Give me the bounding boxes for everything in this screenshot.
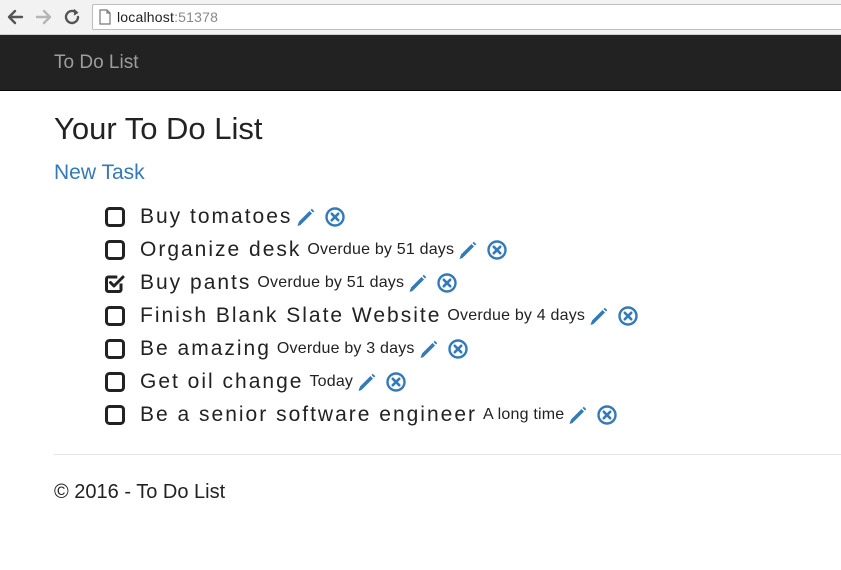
browser-toolbar: localhost:51378 xyxy=(0,0,841,35)
task-item: Buy tomatoes xyxy=(104,200,639,233)
pencil-icon[interactable] xyxy=(418,338,440,360)
reload-icon[interactable] xyxy=(61,6,83,28)
task-list: Buy tomatoes Organize desk Overdue by 51… xyxy=(104,200,639,431)
pencil-icon[interactable] xyxy=(356,371,378,393)
url-host: localhost xyxy=(117,9,175,25)
unchecked-checkbox-icon[interactable] xyxy=(104,338,126,360)
task-name: Get oil change xyxy=(140,369,304,393)
task-due-status: Overdue by 51 days xyxy=(257,273,405,291)
unchecked-checkbox-icon[interactable] xyxy=(104,239,126,261)
remove-circle-icon[interactable] xyxy=(596,404,618,426)
checked-checkbox-icon[interactable] xyxy=(104,272,126,294)
url-port: :51378 xyxy=(174,9,219,25)
task-item: Get oil change Today xyxy=(104,365,639,398)
new-task-link[interactable]: New Task xyxy=(54,161,145,185)
task-item: Be a senior software engineer A long tim… xyxy=(104,398,639,431)
remove-circle-icon[interactable] xyxy=(436,272,458,294)
remove-circle-icon[interactable] xyxy=(324,206,346,228)
task-due-status: Today xyxy=(309,372,354,390)
remove-circle-icon[interactable] xyxy=(617,305,639,327)
url-text[interactable]: localhost:51378 xyxy=(117,9,218,25)
task-name: Organize desk xyxy=(140,237,302,261)
task-name: Buy tomatoes xyxy=(140,204,293,228)
task-name: Finish Blank Slate Website xyxy=(140,303,442,327)
task-item: Buy pants Overdue by 51 days xyxy=(104,266,639,299)
unchecked-checkbox-icon[interactable] xyxy=(104,371,126,393)
footer-text: © 2016 - To Do List xyxy=(54,481,226,503)
forward-arrow-icon[interactable] xyxy=(33,6,55,28)
remove-circle-icon[interactable] xyxy=(486,239,508,261)
pencil-icon[interactable] xyxy=(457,239,479,261)
back-arrow-icon[interactable] xyxy=(4,6,26,28)
page-icon xyxy=(98,9,112,30)
unchecked-checkbox-icon[interactable] xyxy=(104,404,126,426)
remove-circle-icon[interactable] xyxy=(447,338,469,360)
remove-circle-icon[interactable] xyxy=(385,371,407,393)
task-due-status: Overdue by 3 days xyxy=(276,339,415,357)
pencil-icon[interactable] xyxy=(588,305,610,327)
pencil-icon[interactable] xyxy=(407,272,429,294)
pencil-icon[interactable] xyxy=(567,404,589,426)
task-due-status: A long time xyxy=(483,405,565,423)
unchecked-checkbox-icon[interactable] xyxy=(104,206,126,228)
task-item: Organize desk Overdue by 51 days xyxy=(104,233,639,266)
footer-divider xyxy=(54,454,841,455)
task-name: Be a senior software engineer xyxy=(140,402,477,426)
task-due-status: Overdue by 51 days xyxy=(307,240,455,258)
navbar: To Do List xyxy=(0,35,841,91)
pencil-icon[interactable] xyxy=(295,206,317,228)
task-name: Be amazing xyxy=(140,336,271,360)
navbar-brand-link[interactable]: To Do List xyxy=(54,52,138,74)
task-item: Be amazing Overdue by 3 days xyxy=(104,332,639,365)
unchecked-checkbox-icon[interactable] xyxy=(104,305,126,327)
task-name: Buy pants xyxy=(140,270,252,294)
task-item: Finish Blank Slate Website Overdue by 4 … xyxy=(104,299,639,332)
task-due-status: Overdue by 4 days xyxy=(447,306,586,324)
address-bar[interactable]: localhost:51378 xyxy=(92,4,841,30)
page-title: Your To Do List xyxy=(54,111,263,146)
